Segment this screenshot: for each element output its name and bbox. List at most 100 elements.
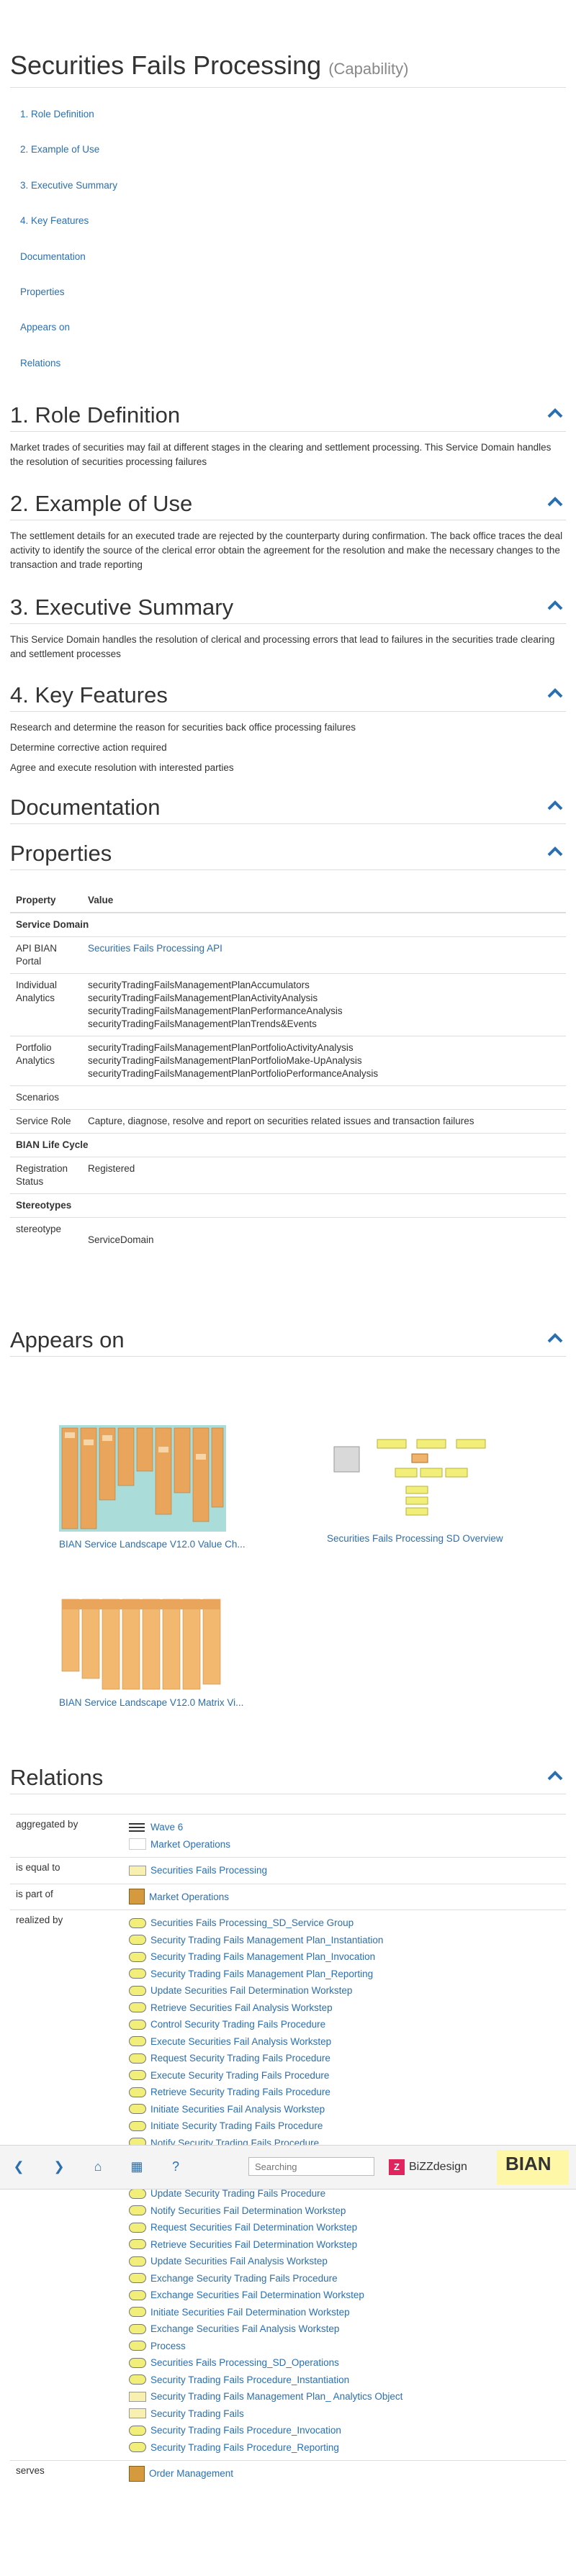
toc-role-definition[interactable]: 1. Role Definition [20,108,117,143]
relation-items: Order Management [129,2461,566,2487]
chevron-up-icon[interactable] [547,497,563,508]
relation-link[interactable]: Security Trading Fails Management Plan_ … [129,2388,566,2405]
relation-link[interactable]: Security Trading Fails Procedure_Instant… [129,2372,566,2389]
section-executive-summary: 3. Executive Summary This Service Domain… [10,592,566,667]
relation-items: Securities Fails Processing [129,1858,566,1884]
toc-executive-summary[interactable]: 3. Executive Summary [20,179,117,214]
chevron-up-icon[interactable] [547,688,563,700]
relation-link[interactable]: Execute Securities Fail Analysis Workste… [129,2033,566,2051]
relation-link[interactable]: Wave 6 [129,1819,566,1836]
feature-item: Determine corrective action required [10,742,167,753]
relation-link-text: Securities Fails Processing_SD_Operation… [150,2357,339,2368]
relation-link[interactable]: Initiate Securities Fail Determination W… [129,2304,566,2321]
relation-link[interactable]: Exchange Securities Fail Analysis Workst… [129,2320,566,2338]
toc-properties[interactable]: Properties [20,286,117,321]
toc-key-features[interactable]: 4. Key Features [20,214,117,250]
relation-link[interactable]: Security Trading Fails Management Plan_I… [129,1948,566,1966]
relation-link[interactable]: Request Securities Fail Determination Wo… [129,2219,566,2236]
relation-link[interactable]: Securities Fails Processing_SD_Service G… [129,1915,566,1932]
relation-link[interactable]: Update Securities Fail Analysis Workstep [129,2253,566,2270]
relation-link[interactable]: Security Trading Fails Procedure_Reporti… [129,2439,566,2457]
chevron-up-icon[interactable] [547,1333,563,1345]
section-heading: Appears on [10,1327,125,1352]
section-heading: 4. Key Features [10,682,168,708]
relation-link[interactable]: Security Trading Fails Management Plan_I… [129,1932,566,1949]
relation-link[interactable]: Initiate Security Trading Fails Procedur… [129,2118,566,2135]
back-icon[interactable]: ❮ [10,2158,27,2175]
relation-link[interactable]: Request Security Trading Fails Procedure [129,2050,566,2067]
title-divider [10,87,566,88]
process-icon [129,2036,146,2047]
section-documentation: Documentation [10,792,566,824]
relation-link-text: Process [150,2340,186,2351]
process-icon [129,2290,146,2300]
relation-link[interactable]: Retrieve Security Trading Fails Procedur… [129,2084,566,2101]
appears-on-link[interactable]: BIAN Service Landscape V12.0 Matrix Vi..… [59,1697,243,1708]
relation-link[interactable]: Update Securities Fail Determination Wor… [129,1982,566,1999]
appears-on-link[interactable]: Securities Fails Processing SD Overview [327,1533,503,1544]
api-portal-link[interactable]: Securities Fails Processing API [88,943,222,954]
property-value: securityTradingFailsManagementPlanActivi… [88,993,318,1003]
bizzdesign-mark-icon: Z [389,2159,405,2175]
relation-link[interactable]: Security Trading Fails Management Plan_R… [129,1966,566,1983]
relation-link[interactable]: Exchange Securities Fail Determination W… [129,2287,566,2304]
chevron-up-icon[interactable] [547,1771,563,1782]
property-name: stereotype [10,1217,82,1252]
table-of-contents: 1. Role Definition 2. Example of Use 3. … [20,108,117,392]
table-row: stereotype ServiceDomain [10,1217,566,1252]
process-icon [129,2273,146,2284]
section-role-definition: 1. Role Definition Market trades of secu… [10,399,566,475]
chevron-up-icon[interactable] [547,408,563,420]
relation-link[interactable]: Securities Fails Processing [129,1862,566,1879]
page-title: Securities Fails Processing (Capability) [10,50,408,81]
relation-link[interactable]: Initiate Securities Fail Analysis Workst… [129,2101,566,2118]
relation-link[interactable]: Exchange Security Trading Fails Procedur… [129,2270,566,2287]
toc-relations[interactable]: Relations [20,357,117,392]
toc-example-of-use[interactable]: 2. Example of Use [20,143,117,178]
view-thumbnail[interactable]: BIAN Service Landscape V12.0 Matrix Vi..… [59,1596,243,1708]
relation-link-text: Execute Security Trading Fails Procedure [150,2069,330,2081]
relation-link[interactable]: Market Operations [129,1836,566,1853]
group-label: Stereotypes [10,1193,566,1218]
chevron-up-icon[interactable] [547,600,563,612]
process-icon [129,2205,146,2216]
relation-link[interactable]: Retrieve Securities Fail Determination W… [129,2236,566,2254]
process-icon [129,1917,146,1928]
home-icon[interactable]: ⌂ [89,2158,107,2175]
process-icon [129,2053,146,2064]
relation-link[interactable]: Market Operations [129,1889,566,1906]
table-row: Individual Analytics securityTradingFail… [10,973,566,1036]
property-value: Capture, diagnose, resolve and report on… [82,1109,566,1134]
relation-link[interactable]: Retrieve Securities Fail Analysis Workst… [129,1999,566,2017]
wave-icon [129,1822,146,1833]
property-value-cell: Securities Fails Processing API [82,936,566,974]
toc-documentation[interactable]: Documentation [20,250,117,286]
search-input[interactable] [248,2157,374,2176]
relation-link[interactable]: Control Security Trading Fails Procedure [129,2016,566,2033]
relation-link[interactable]: Process [129,2338,566,2355]
property-value: Registered [82,1157,566,1194]
appears-on-link[interactable]: BIAN Service Landscape V12.0 Value Ch... [59,1539,246,1550]
feature-item: Agree and execute resolution with intere… [10,762,234,773]
capability-group-icon [129,1889,145,1905]
chevron-up-icon[interactable] [547,846,563,858]
toc-appears-on[interactable]: Appears on [20,321,117,356]
chevron-up-icon[interactable] [547,800,563,812]
section-relations: Relations [10,1762,566,1794]
relation-link-text: Initiate Securities Fail Analysis Workst… [150,2103,325,2115]
view-thumbnail[interactable]: BIAN Service Landscape V12.0 Value Ch... [59,1425,246,1550]
relation-link[interactable]: Execute Security Trading Fails Procedure [129,2067,566,2084]
grid-icon[interactable]: ▦ [128,2158,145,2175]
matrix-view-thumbnail-image [59,1596,226,1690]
relation-link-text: Security Trading Fails Procedure_Instant… [150,2374,350,2385]
relation-link-text: Security Trading Fails Management Plan_I… [150,1934,384,1945]
relation-link[interactable]: Security Trading Fails [129,2405,566,2423]
relation-link[interactable]: Order Management [129,2465,566,2482]
relation-link[interactable]: Notify Securities Fail Determination Wor… [129,2202,566,2220]
view-thumbnail[interactable]: Securities Fails Processing SD Overview [327,1432,507,1544]
properties-table: Property Value Service Domain API BIAN Po… [10,889,566,1252]
help-icon[interactable]: ? [167,2158,184,2175]
relation-link[interactable]: Securities Fails Processing_SD_Operation… [129,2354,566,2372]
forward-icon[interactable]: ❯ [50,2158,68,2175]
relation-link[interactable]: Security Trading Fails Procedure_Invocat… [129,2422,566,2439]
